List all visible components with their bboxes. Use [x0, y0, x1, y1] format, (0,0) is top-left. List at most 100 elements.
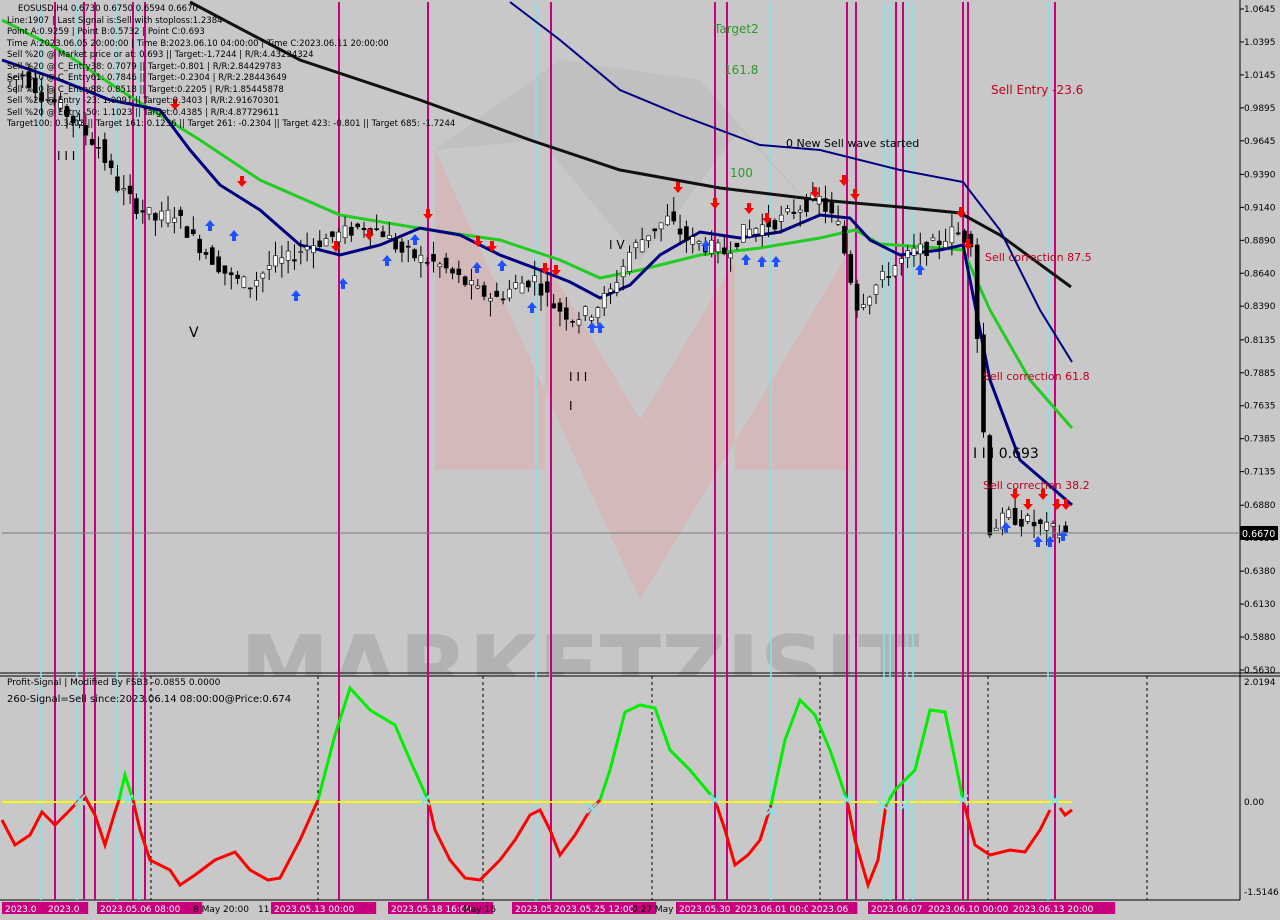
- symbol-header: EOSUSD,H4 0.6730 0.6750 0.6594 0.6670: [18, 4, 198, 14]
- candle-body: [759, 224, 765, 236]
- annotation-new-wave: 0 New Sell wave started: [786, 137, 919, 150]
- candle-body: [620, 266, 626, 278]
- candle-body: [582, 306, 588, 316]
- info-line: Sell %20 @ Market price or at: 0.693 || …: [7, 50, 314, 61]
- candle-body: [728, 252, 733, 259]
- price-axis: 1.0645 1.0395 1.0145 0.9895 0.9645 0.9390 0.91…: [1240, 5, 1276, 676]
- candle-body: [323, 238, 329, 247]
- candle-body: [209, 247, 215, 265]
- candle-body: [298, 251, 304, 254]
- candle-body: [513, 282, 519, 289]
- candle-body: [684, 226, 689, 241]
- price-tick-label: 0.7135: [1244, 468, 1276, 478]
- candle-body: [153, 213, 158, 221]
- candle-body: [279, 257, 285, 264]
- candle-body: [911, 247, 917, 256]
- indicator-axis: 2.0194 0.00 -1.5146: [1244, 678, 1279, 898]
- candle-body: [1050, 523, 1056, 527]
- candle-body: [1012, 508, 1018, 525]
- candle-body: [867, 296, 873, 306]
- price-tick-label: 0.5630: [1244, 666, 1276, 676]
- candle-body: [658, 222, 664, 230]
- candle-body: [962, 230, 967, 243]
- candle-body: [677, 228, 683, 235]
- candle-body: [589, 316, 594, 321]
- time-label: 2023.06.07: [871, 905, 923, 915]
- candle-body: [519, 282, 525, 294]
- candle-body: [924, 242, 929, 256]
- price-chart: MARKETZISIT Target2 161.8 100 0 New Sell…: [0, 0, 1280, 915]
- price-tick-label: 0.6880: [1244, 501, 1276, 511]
- candle-body: [462, 276, 468, 286]
- candle-body: [526, 280, 531, 288]
- price-tick-label: 0.7385: [1244, 435, 1276, 445]
- time-label: 2023.0: [5, 905, 37, 915]
- candle-body: [1031, 521, 1037, 527]
- indicator-tick-label: 2.0194: [1244, 678, 1276, 688]
- price-tick-label: 0.9390: [1244, 170, 1276, 180]
- indicator-title: Profit-Signal | Modified By FSB3 -0.0855…: [7, 678, 221, 688]
- annotation-target2: Target2: [713, 22, 759, 36]
- candle-body: [1044, 521, 1050, 531]
- candle-body: [905, 250, 910, 258]
- indicator-tick-label: 0.00: [1244, 798, 1264, 808]
- candle-body: [380, 231, 386, 238]
- candle-body: [627, 251, 632, 272]
- time-label: 2023.05.13 00:00: [274, 905, 355, 915]
- candle-body: [159, 210, 165, 221]
- candle-body: [235, 274, 240, 279]
- candle-body: [216, 256, 221, 273]
- candle-body: [1025, 515, 1031, 522]
- candle-body: [89, 139, 95, 145]
- candle-body: [861, 304, 866, 308]
- annotation-correction-875: Sell correction 87.5: [985, 251, 1092, 264]
- time-label: 2023.06.01 00:00: [735, 905, 816, 915]
- candle-body: [405, 245, 411, 248]
- time-label: 2023.05.18 16:00: [391, 905, 472, 915]
- candle-body: [475, 285, 481, 289]
- candle-body: [197, 238, 202, 253]
- candle-body: [178, 209, 183, 216]
- candle-body: [228, 272, 234, 276]
- candle-body: [121, 188, 127, 191]
- candle-body: [292, 259, 297, 262]
- price-tick-label: 0.8890: [1244, 236, 1276, 246]
- candle-body: [311, 245, 316, 253]
- candle-body: [608, 288, 613, 293]
- price-tick-label: 1.0395: [1244, 38, 1276, 48]
- candle-body: [614, 282, 620, 293]
- info-line: Line:1907 | Last Signal is:Sell with sto…: [7, 15, 223, 26]
- candle-body: [355, 223, 360, 228]
- candle-body: [273, 255, 278, 267]
- candle-body: [652, 228, 658, 232]
- candle-body: [399, 241, 405, 253]
- price-tick-label: 0.7635: [1244, 402, 1276, 412]
- time-label: 2023.05.06 08:00: [100, 905, 181, 915]
- candle-body: [734, 242, 740, 248]
- candle-body: [671, 211, 677, 222]
- candle-body: [184, 226, 190, 238]
- candle-body: [943, 241, 948, 248]
- candle-body: [374, 228, 379, 231]
- info-line: Target100: 0.3403 || Target 161: 0.1236 …: [7, 119, 456, 130]
- info-line: Sell %20 @ C_Entry38: 0.7079 || Target:-…: [7, 61, 282, 72]
- price-tick-label: 0.9645: [1244, 137, 1276, 147]
- candle-body: [342, 225, 348, 238]
- candle-body: [899, 258, 904, 264]
- candle-body: [785, 208, 790, 213]
- candle-body: [500, 298, 506, 301]
- info-line: Time A:2023.06.05 20:00:00 | Time B:2023…: [7, 38, 389, 49]
- candle-body: [949, 226, 955, 244]
- candle-body: [823, 198, 828, 212]
- candle-body: [108, 160, 114, 169]
- price-tick-label: 0.6130: [1244, 600, 1276, 610]
- candle-body: [336, 231, 342, 243]
- candle-body: [1038, 519, 1043, 525]
- price-tick-label: 1.0145: [1244, 71, 1276, 81]
- candle-body: [317, 240, 323, 247]
- candle-body: [412, 249, 417, 259]
- price-tick-label: 0.5880: [1244, 633, 1276, 643]
- price-tick-label: 0.8390: [1244, 302, 1276, 312]
- price-tick-label: 0.9895: [1244, 104, 1276, 114]
- candle-body: [1006, 509, 1012, 518]
